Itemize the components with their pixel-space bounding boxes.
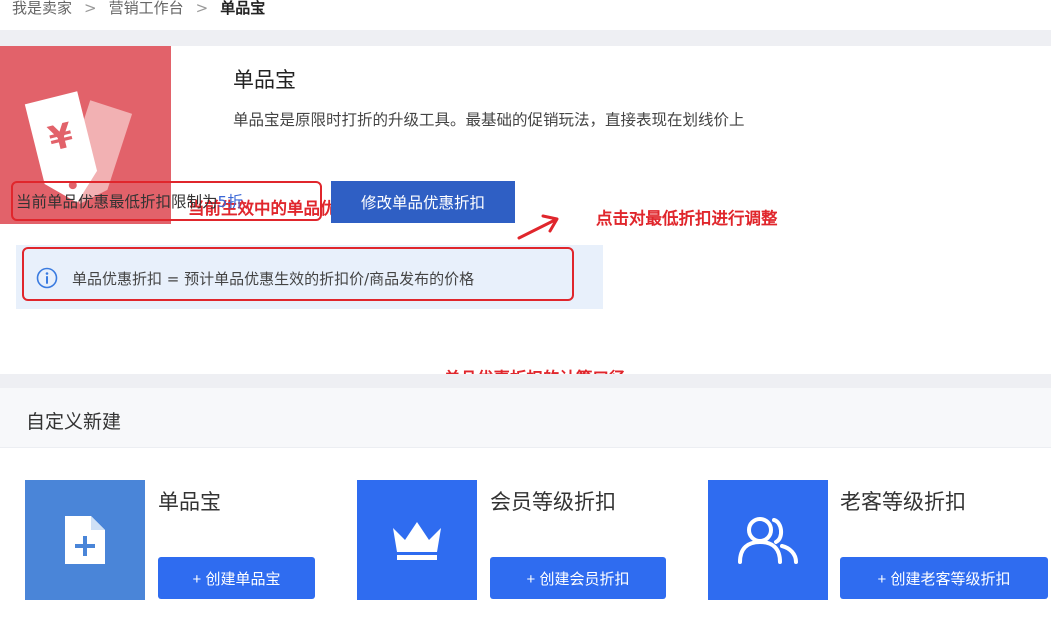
card-title-member: 会员等级折扣 <box>490 490 616 514</box>
card-icon-tile-member <box>357 480 477 600</box>
card-title-oldcustomer: 老客等级折扣 <box>840 490 966 514</box>
card-icon-tile-single <box>25 480 145 600</box>
discount-limit-text: 当前单品优惠最低折扣限制为5折 <box>16 190 243 212</box>
top-divider-band <box>0 30 1051 46</box>
breadcrumb-separator: > <box>195 0 209 17</box>
custom-section-header: 自定义新建 <box>0 388 1051 448</box>
breadcrumb-item-marketing[interactable]: 营销工作台 <box>109 0 184 16</box>
custom-section-title: 自定义新建 <box>26 411 122 433</box>
create-oldcustomer-discount-button[interactable]: + 创建老客等级折扣 <box>840 557 1048 599</box>
info-formula-text: 单品优惠折扣 = 预计单品优惠生效的折扣价/商品发布的价格 <box>72 270 475 288</box>
discount-limit-label: 当前单品优惠最低折扣限制为 <box>16 193 218 211</box>
breadcrumb: 我是卖家 > 营销工作台 > 单品宝 <box>0 0 1051 30</box>
hero-description: 单品宝是原限时打折的升级工具。最基础的促销玩法，直接表现在划线价上 <box>233 111 745 129</box>
breadcrumb-item-current: 单品宝 <box>220 0 266 17</box>
breadcrumb-separator: > <box>84 0 97 17</box>
annotation-arrow-icon <box>517 214 559 240</box>
users-icon <box>738 517 798 564</box>
middle-divider-band <box>0 374 1051 388</box>
discount-limit-value: 5折 <box>217 193 243 211</box>
crown-icon <box>393 522 441 560</box>
info-icon <box>36 267 58 289</box>
page: 我是卖家 > 营销工作台 > 单品宝 ¥ 单品宝 单品宝是原限时打折的升级工具。最基础的… <box>0 0 1051 629</box>
card-icon-tile-oldcustomer <box>708 480 828 600</box>
hero-title: 单品宝 <box>233 68 296 92</box>
card-title-single: 单品宝 <box>158 490 221 514</box>
breadcrumb-item-seller[interactable]: 我是卖家 <box>12 0 72 16</box>
edit-discount-button[interactable]: 修改单品优惠折扣 <box>331 181 515 223</box>
create-member-discount-button[interactable]: + 创建会员折扣 <box>490 557 666 599</box>
document-add-icon <box>65 516 105 564</box>
create-single-button[interactable]: + 创建单品宝 <box>158 557 315 599</box>
annotation-adjust-hint: 点击对最低折扣进行调整 <box>596 209 778 228</box>
